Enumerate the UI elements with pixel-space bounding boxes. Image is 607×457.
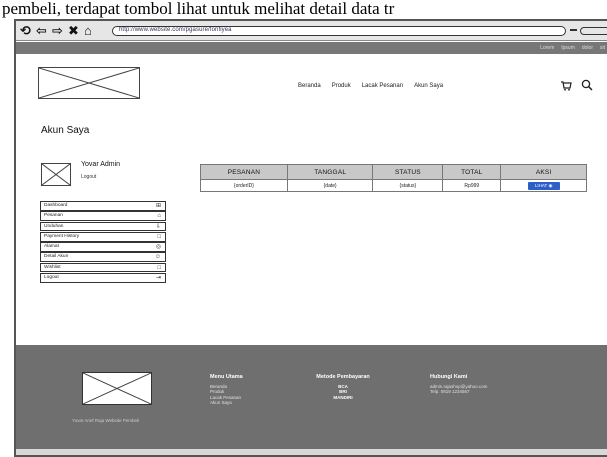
nav-item-lacak-pesanan[interactable]: Lacak Pesanan: [362, 81, 403, 91]
home-icon[interactable]: ⌂: [84, 24, 92, 37]
receipt-icon: □: [157, 233, 161, 240]
footer-copyright: Yovar Arief Raja Website Pembeli: [72, 418, 140, 423]
footer-payment-column: Metode Pembayaran BCA BRI MANDIRI: [303, 374, 383, 400]
dashboard-icon: ⊞: [155, 203, 161, 209]
column-header: STATUS: [372, 164, 444, 180]
sidebar-item-label: Payment History: [44, 233, 80, 239]
cart-icon: ⌂: [157, 213, 161, 220]
address-bar[interactable]: http://www.website.com/pgasure/fonfiyea: [112, 26, 566, 36]
sidebar-item-unduhan[interactable]: Unduhan ⇩: [40, 221, 166, 232]
footer-column-title: Hubungi Kami: [430, 374, 468, 380]
sidebar-menu: Dashboard ⊞ Pesanan ⌂ Unduhan ⇩ Payment …: [40, 201, 166, 283]
browser-window: ⟲ ⇦ ⇨ ✖ ⌂ http://www.website.com/pgasure…: [14, 19, 607, 457]
back-icon[interactable]: ⇦: [36, 24, 47, 37]
footer-logo-placeholder: [82, 372, 152, 405]
bottom-strip: [16, 449, 607, 455]
search-icon[interactable]: [581, 78, 593, 96]
nav-item-produk[interactable]: Produk: [332, 81, 351, 91]
sidebar-item-detail-akun[interactable]: Detail Akun ☺: [40, 252, 166, 263]
cart-icon[interactable]: [560, 78, 572, 96]
main-nav: Beranda Produk Lacak Pesanan Akun Saya: [298, 81, 443, 91]
sidebar-item-label: Wishlist: [44, 264, 61, 270]
eye-icon: ◉: [548, 182, 553, 188]
nav-icons: [560, 78, 593, 96]
sidebar-item-label: Dashboard: [44, 203, 68, 208]
orders-table: PESANAN TANGGAL STATUS TOTAL AKSI {order…: [200, 164, 587, 192]
footer-column-title: Menu Utama: [210, 374, 243, 380]
refresh-icon[interactable]: ⟲: [20, 24, 31, 37]
caption-text: pembeli, terdapat tombol lihat untuk mel…: [2, 0, 395, 18]
column-header: AKSI: [500, 164, 587, 180]
close-icon[interactable]: ✖: [68, 24, 79, 37]
table-row: {orderID} {date} {status} Rp999 LIHAT ◉: [200, 179, 587, 192]
order-date-cell: {date}: [286, 179, 374, 192]
column-header: PESANAN: [200, 164, 288, 180]
order-status-cell: {status}: [372, 179, 444, 192]
sidebar-item-logout[interactable]: Logout ⇥: [40, 272, 166, 283]
table-header-row: PESANAN TANGGAL STATUS TOTAL AKSI: [200, 164, 587, 180]
sidebar-item-label: Logout: [44, 274, 59, 280]
top-link[interactable]: Ipsum: [561, 42, 575, 54]
sidebar-item-label: Unduhan: [44, 223, 64, 229]
sidebar-item-label: Alamat: [44, 244, 59, 250]
top-strip: Lorem Ipsum dolor sit: [16, 42, 607, 54]
top-link[interactable]: Lorem: [540, 42, 554, 54]
top-link[interactable]: sit: [600, 42, 605, 54]
contact-phone: Telp. 0819 1234567: [430, 389, 470, 394]
view-order-button[interactable]: LIHAT ◉: [527, 181, 560, 190]
sidebar-item-label: Detail Akun: [44, 254, 69, 260]
sidebar-item-alamat[interactable]: Alamat ◎: [40, 242, 166, 252]
site-footer: Yovar Arief Raja Website Pembeli Menu Ut…: [16, 345, 607, 449]
logout-link[interactable]: Logout: [81, 174, 96, 180]
view-button-label: LIHAT: [534, 182, 548, 188]
nav-item-akun-saya[interactable]: Akun Saya: [414, 81, 443, 91]
sidebar-item-label: Pesanan: [44, 213, 63, 219]
user-name: Yovar Admin: [81, 161, 121, 168]
logo-placeholder[interactable]: [38, 67, 140, 99]
sidebar-item-wishlist[interactable]: Wishlist □: [40, 262, 166, 273]
footer-column-title: Metode Pembayaran: [316, 374, 370, 380]
download-icon: ⇩: [155, 223, 161, 230]
column-header: TANGGAL: [286, 164, 374, 180]
footer-menu-column: Menu Utama Beranda Produk Lacak Pesanan …: [210, 374, 243, 406]
browser-toolbar: ⟲ ⇦ ⇨ ✖ ⌂ http://www.website.com/pgasure…: [16, 21, 607, 41]
order-action-cell: LIHAT ◉: [500, 179, 587, 192]
search-pill[interactable]: [570, 27, 607, 35]
order-total-cell: Rp999: [442, 179, 502, 192]
payment-method: MANDIRI: [333, 394, 353, 400]
user-icon: ☺: [154, 254, 161, 261]
sidebar-item-payment-history[interactable]: Payment History □: [40, 231, 166, 242]
address-text: http://www.website.com/pgasure/fonfiyea: [119, 27, 232, 33]
top-link[interactable]: dolor: [582, 42, 593, 54]
page-title: Akun Saya: [41, 125, 90, 136]
logout-icon: ⇥: [155, 274, 161, 281]
forward-icon[interactable]: ⇨: [52, 24, 63, 37]
column-header: TOTAL: [442, 164, 502, 180]
order-id-cell: {orderID}: [200, 179, 288, 192]
footer-contact-column: Hubungi Kami admin.rajashop@yahoo.com Te…: [430, 374, 487, 395]
location-icon: ◎: [155, 244, 161, 251]
nav-item-beranda[interactable]: Beranda: [298, 81, 321, 91]
sidebar-item-pesanan[interactable]: Pesanan ⌂: [40, 211, 166, 221]
avatar: [41, 163, 71, 186]
footer-link[interactable]: Akun Saya: [210, 400, 243, 406]
document-icon: □: [157, 264, 161, 271]
sidebar-item-dashboard[interactable]: Dashboard ⊞: [40, 201, 166, 211]
